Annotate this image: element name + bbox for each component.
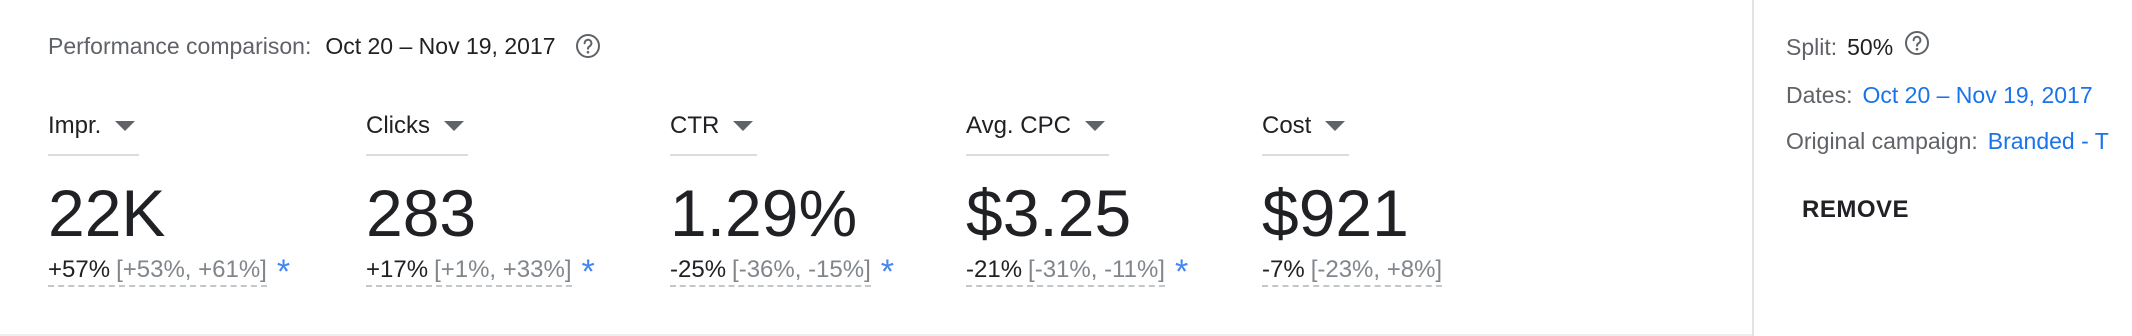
- dropdown-caret-icon: [444, 121, 464, 131]
- metric-name: Avg. CPC: [966, 112, 1071, 139]
- metric-selector-impressions[interactable]: Impr.: [48, 112, 140, 156]
- dropdown-caret-icon: [1084, 121, 1105, 131]
- confidence-interval: [-31%, -11%]: [1028, 256, 1165, 283]
- confidence-interval: [+53%, +61%]: [116, 256, 267, 283]
- metric-selector-clicks[interactable]: Clicks: [366, 112, 468, 156]
- metric-ctr: CTR 1.29% -25% [-36%, -15%] *: [670, 112, 894, 291]
- original-campaign-row: Original campaign: Branded - T: [1786, 128, 2109, 155]
- performance-header: Performance comparison: Oct 20 – Nov 19,…: [48, 28, 602, 64]
- metric-change: +57% [+53%, +61%] *: [48, 252, 291, 291]
- change-percent: -7%: [1262, 256, 1305, 283]
- metric-value: $3.25: [966, 176, 1132, 250]
- change-summary[interactable]: -25% [-36%, -15%]: [670, 256, 871, 287]
- split-value: 50%: [1847, 34, 1894, 60]
- change-percent: +57%: [48, 256, 111, 283]
- experiment-details-panel: Split: 50% Dates: Oct 20 – Nov 19, 2017 …: [1786, 0, 2132, 336]
- metric-name: Impr.: [48, 112, 102, 139]
- performance-panel: Performance comparison: Oct 20 – Nov 19,…: [0, 0, 1752, 336]
- dropdown-caret-icon: [1325, 121, 1346, 131]
- split-row: Split: 50%: [1786, 30, 1931, 61]
- change-percent: -21%: [966, 256, 1023, 283]
- confidence-interval: [-23%, +8%]: [1310, 256, 1443, 283]
- significance-star-icon: *: [880, 252, 894, 291]
- split-label: Split:: [1786, 34, 1838, 60]
- metric-value: 283: [366, 176, 477, 250]
- help-circle-icon[interactable]: [574, 32, 602, 60]
- change-percent: -25%: [670, 256, 727, 283]
- dates-row: Dates: Oct 20 – Nov 19, 2017: [1786, 82, 2093, 109]
- dates-label: Dates:: [1786, 82, 1853, 108]
- significance-star-icon: *: [1174, 252, 1189, 291]
- metric-change: -25% [-36%, -15%] *: [670, 252, 894, 291]
- metric-selector-ctr[interactable]: CTR: [670, 112, 758, 156]
- original-campaign-link[interactable]: Branded - T: [1988, 128, 2109, 155]
- confidence-interval: [-36%, -15%]: [732, 256, 871, 283]
- change-summary[interactable]: +57% [+53%, +61%]: [48, 256, 267, 287]
- significance-star-icon: *: [581, 252, 595, 291]
- original-campaign-label: Original campaign:: [1786, 128, 1978, 154]
- metric-selector-avg-cpc[interactable]: Avg. CPC: [966, 112, 1109, 156]
- dropdown-caret-icon: [115, 121, 136, 131]
- metric-impressions: Impr. 22K +57% [+53%, +61%] *: [48, 112, 291, 291]
- metric-name: Cost: [1262, 112, 1312, 139]
- metric-avg-cpc: Avg. CPC $3.25 -21% [-31%, -11%] *: [966, 112, 1189, 291]
- metric-change: -7% [-23%, +8%]: [1262, 256, 1443, 287]
- metric-value: $921: [1262, 176, 1409, 250]
- dates-link[interactable]: Oct 20 – Nov 19, 2017: [1862, 82, 2092, 109]
- performance-comparison-label: Performance comparison:: [48, 32, 312, 59]
- metric-value: 22K: [48, 176, 166, 250]
- metric-name: CTR: [670, 112, 720, 139]
- change-summary[interactable]: -21% [-31%, -11%]: [966, 256, 1165, 287]
- change-summary[interactable]: -7% [-23%, +8%]: [1262, 256, 1443, 287]
- date-range: Oct 20 – Nov 19, 2017: [325, 32, 556, 59]
- dropdown-caret-icon: [733, 121, 754, 131]
- panel-divider: [1752, 0, 1754, 336]
- confidence-interval: [+1%, +33%]: [434, 256, 572, 283]
- metric-cost: Cost $921 -7% [-23%, +8%]: [1262, 112, 1443, 287]
- change-percent: +17%: [366, 256, 429, 283]
- help-circle-icon[interactable]: [1903, 29, 1931, 57]
- metric-name: Clicks: [366, 112, 430, 139]
- remove-button[interactable]: REMOVE: [1786, 186, 1925, 234]
- significance-star-icon: *: [276, 252, 291, 291]
- metric-selector-cost[interactable]: Cost: [1262, 112, 1350, 156]
- metric-value: 1.29%: [670, 176, 858, 250]
- metric-change: +17% [+1%, +33%] *: [366, 252, 595, 291]
- metric-clicks: Clicks 283 +17% [+1%, +33%] *: [366, 112, 595, 291]
- change-summary[interactable]: +17% [+1%, +33%]: [366, 256, 572, 287]
- metric-change: -21% [-31%, -11%] *: [966, 252, 1189, 291]
